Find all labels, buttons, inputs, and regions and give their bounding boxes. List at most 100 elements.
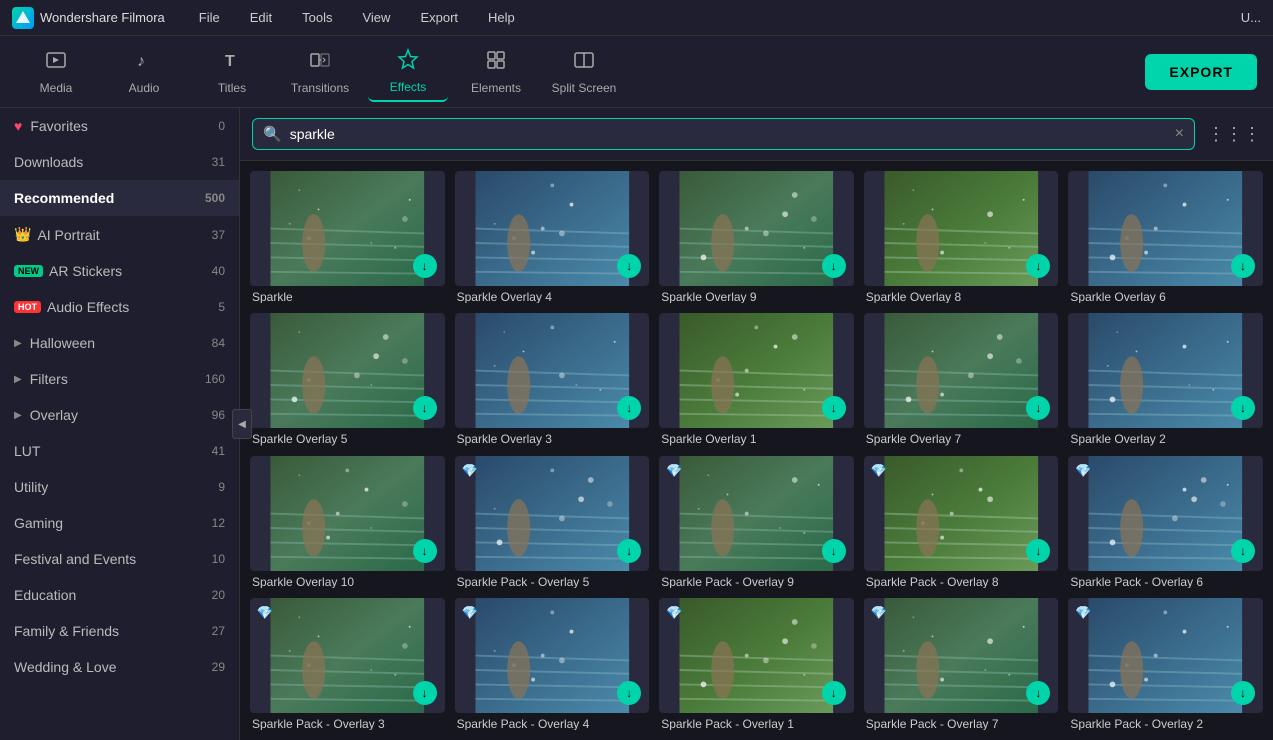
tab-titles-label: Titles: [218, 81, 246, 95]
download-badge: ↓: [617, 681, 641, 705]
svg-text:T: T: [225, 53, 235, 70]
tab-titles[interactable]: T Titles: [192, 42, 272, 102]
tab-media[interactable]: Media: [16, 42, 96, 102]
sidebar-recommended-label: Recommended: [14, 190, 114, 206]
crown-icon: 👑: [14, 226, 31, 243]
tab-split-screen[interactable]: Split Screen: [544, 42, 624, 102]
grid-item[interactable]: ↓Sparkle Overlay 2: [1068, 313, 1263, 445]
download-badge: ↓: [413, 539, 437, 563]
tab-audio[interactable]: ♪ Audio: [104, 42, 184, 102]
svg-text:♪: ♪: [137, 53, 145, 70]
grid-item[interactable]: ↓Sparkle Overlay 3: [455, 313, 650, 445]
grid-item[interactable]: ↓Sparkle Overlay 8: [864, 171, 1059, 303]
sidebar-item-downloads[interactable]: Downloads 31: [0, 144, 239, 180]
grid-item-label: Sparkle Pack - Overlay 3: [250, 713, 445, 730]
sidebar-item-overlay[interactable]: ▶ Overlay 96: [0, 397, 239, 433]
menu-edit[interactable]: Edit: [244, 6, 278, 29]
search-input[interactable]: [290, 126, 1167, 142]
menu-view[interactable]: View: [356, 6, 396, 29]
grid-item[interactable]: ↓Sparkle Overlay 6: [1068, 171, 1263, 303]
sidebar-item-family-friends[interactable]: Family & Friends 27: [0, 613, 239, 649]
sidebar-utility-label: Utility: [14, 479, 48, 495]
sidebar-item-audio-effects[interactable]: HOT Audio Effects 5: [0, 289, 239, 325]
sidebar-filters-count: 160: [205, 372, 225, 386]
grid-item[interactable]: ↓💎Sparkle Pack - Overlay 7: [864, 598, 1059, 730]
tab-transitions[interactable]: Transitions: [280, 42, 360, 102]
sidebar-item-ar-stickers[interactable]: NEW AR Stickers 40: [0, 253, 239, 289]
grid-item[interactable]: ↓💎Sparkle Pack - Overlay 9: [659, 456, 854, 588]
main-content: ♥ Favorites 0 Downloads 31 Recommended 5…: [0, 108, 1273, 740]
search-icon: 🔍: [263, 125, 282, 143]
sidebar-item-education[interactable]: Education 20: [0, 577, 239, 613]
grid-item[interactable]: ↓Sparkle Overlay 1: [659, 313, 854, 445]
export-button[interactable]: EXPORT: [1145, 54, 1257, 90]
grid-item[interactable]: ↓Sparkle Overlay 9: [659, 171, 854, 303]
grid-view-icon[interactable]: ⋮⋮⋮: [1207, 124, 1261, 145]
sidebar-overlay-label: Overlay: [30, 407, 78, 423]
sidebar-filters-label: Filters: [30, 371, 68, 387]
tab-audio-label: Audio: [129, 81, 160, 95]
premium-badge: 💎: [256, 604, 274, 622]
arrow-icon-filters: ▶: [14, 374, 22, 385]
tab-split-screen-label: Split Screen: [552, 81, 617, 95]
grid-item-label: Sparkle Overlay 1: [659, 428, 854, 445]
menu-file[interactable]: File: [193, 6, 226, 29]
download-badge: ↓: [822, 681, 846, 705]
tab-elements[interactable]: Elements: [456, 42, 536, 102]
sidebar-utility-count: 9: [218, 480, 225, 494]
sidebar-item-halloween[interactable]: ▶ Halloween 84: [0, 325, 239, 361]
menu-export[interactable]: Export: [414, 6, 464, 29]
download-badge: ↓: [413, 681, 437, 705]
grid-item[interactable]: ↓💎Sparkle Pack - Overlay 2: [1068, 598, 1263, 730]
content-area: 🔍 × ⋮⋮⋮ ↓Sparkle↓Sparkle Overlay 4↓Spark…: [240, 108, 1273, 740]
sidebar-item-filters[interactable]: ▶ Filters 160: [0, 361, 239, 397]
tab-elements-label: Elements: [471, 81, 521, 95]
grid-item-label: Sparkle Overlay 3: [455, 428, 650, 445]
search-bar: 🔍 × ⋮⋮⋮: [240, 108, 1273, 161]
sidebar-item-utility[interactable]: Utility 9: [0, 469, 239, 505]
grid-item[interactable]: ↓ 💎 Sparkle Pack - Overlay 3: [250, 598, 445, 730]
premium-badge: 💎: [1074, 462, 1092, 480]
grid-item[interactable]: ↓💎Sparkle Pack - Overlay 4: [455, 598, 650, 730]
menu-tools[interactable]: Tools: [296, 6, 338, 29]
heart-icon: ♥: [14, 118, 22, 134]
sidebar-item-wedding-love[interactable]: Wedding & Love 29: [0, 649, 239, 685]
grid-item[interactable]: ↓💎Sparkle Pack - Overlay 8: [864, 456, 1059, 588]
grid-item-label: Sparkle Pack - Overlay 4: [455, 713, 650, 730]
grid-item[interactable]: ↓Sparkle Overlay 7: [864, 313, 1059, 445]
search-clear-button[interactable]: ×: [1175, 125, 1184, 143]
sidebar-ai-portrait-count: 37: [212, 228, 225, 242]
sidebar-item-gaming[interactable]: Gaming 12: [0, 505, 239, 541]
premium-badge: 💎: [665, 462, 683, 480]
sidebar-favorites-count: 0: [218, 119, 225, 133]
app-logo-icon: [12, 7, 34, 29]
menu-right-user: U...: [1241, 10, 1261, 25]
sidebar-item-lut[interactable]: LUT 41: [0, 433, 239, 469]
sidebar-collapse-button[interactable]: ◀: [232, 409, 252, 439]
sidebar-item-festival-events[interactable]: Festival and Events 10: [0, 541, 239, 577]
grid-item[interactable]: ↓💎Sparkle Pack - Overlay 6: [1068, 456, 1263, 588]
sidebar-item-favorites[interactable]: ♥ Favorites 0: [0, 108, 239, 144]
grid-item[interactable]: ↓💎Sparkle Pack - Overlay 1: [659, 598, 854, 730]
grid-item[interactable]: ↓Sparkle Overlay 5: [250, 313, 445, 445]
sidebar-education-count: 20: [212, 588, 225, 602]
grid-item[interactable]: ↓💎Sparkle Pack - Overlay 5: [455, 456, 650, 588]
sidebar-downloads-count: 31: [212, 155, 225, 169]
sidebar-halloween-count: 84: [212, 336, 225, 350]
menu-help[interactable]: Help: [482, 6, 521, 29]
grid-item-label: Sparkle Overlay 5: [250, 428, 445, 445]
app-logo: Wondershare Filmora: [12, 7, 165, 29]
sidebar-overlay-count: 96: [212, 408, 225, 422]
app-name: Wondershare Filmora: [40, 10, 165, 25]
tab-effects[interactable]: Effects: [368, 42, 448, 102]
sidebar-audio-effects-label: Audio Effects: [47, 299, 129, 315]
sidebar-item-recommended[interactable]: Recommended 500: [0, 180, 239, 216]
grid-item[interactable]: ↓Sparkle Overlay 10: [250, 456, 445, 588]
titles-icon: T: [221, 49, 243, 77]
sidebar-item-ai-portrait[interactable]: 👑 AI Portrait 37: [0, 216, 239, 253]
effects-grid: ↓Sparkle↓Sparkle Overlay 4↓Sparkle Overl…: [240, 161, 1273, 740]
tab-bar: Media ♪ Audio T Titles Transitions Effec…: [0, 36, 1273, 108]
grid-item[interactable]: ↓Sparkle Overlay 4: [455, 171, 650, 303]
download-badge: ↓: [1231, 681, 1255, 705]
grid-item[interactable]: ↓Sparkle: [250, 171, 445, 303]
